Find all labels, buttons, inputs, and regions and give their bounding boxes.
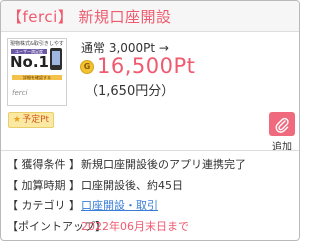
offer-card: 【ferci】 新規口座開設 現物株式&取引きしやすさ ユーザー満足度 No.1… bbox=[0, 0, 300, 241]
detail-label: 【 カテゴリ 】 bbox=[7, 199, 80, 212]
badge-label: 予定Pt bbox=[22, 115, 50, 125]
offer-thumbnail[interactable]: 現物株式&取引きしやすさ ユーザー満足度 No.1 詳細を確認する ferci bbox=[7, 38, 67, 106]
detail-row-category: 【 カテゴリ 】口座開設・取引 bbox=[7, 198, 158, 214]
detail-label: 【ポイントアップ】 bbox=[7, 220, 106, 233]
reward-points: 16,500Pt bbox=[97, 54, 196, 78]
divider bbox=[1, 150, 299, 151]
detail-row-pointup: 【ポイントアップ】2022年06月末日まで bbox=[7, 219, 189, 235]
thumbnail-brand: ferci bbox=[12, 89, 28, 97]
detail-label: 【 加算時期 】 bbox=[7, 179, 80, 192]
thumbnail-big-text: No.1 bbox=[10, 53, 49, 71]
detail-row-condition: 【 獲得条件 】新規口座開設後のアプリ連携完了 bbox=[7, 157, 246, 173]
paperclip-icon bbox=[275, 117, 289, 133]
star-icon: ★ bbox=[13, 115, 22, 125]
detail-row-timing: 【 加算時期 】口座開設後、約45日 bbox=[7, 178, 183, 194]
detail-value: 口座開設後、約45日 bbox=[81, 179, 183, 192]
detail-value: 2022年06月末日まで bbox=[81, 220, 189, 233]
thumbnail-button-text: 詳細を確認する bbox=[12, 75, 62, 80]
thumbnail-top-text: 現物株式&取引きしやすさ bbox=[10, 41, 64, 47]
category-link[interactable]: 口座開設・取引 bbox=[81, 199, 158, 212]
offer-title[interactable]: 【ferci】 新規口座開設 bbox=[7, 6, 172, 27]
detail-label: 【 獲得条件 】 bbox=[7, 158, 80, 171]
add-button[interactable] bbox=[269, 112, 295, 136]
card-header: 【ferci】 新規口座開設 bbox=[1, 1, 299, 32]
reward-yen: （1,650円分） bbox=[85, 84, 175, 99]
coin-icon: G bbox=[80, 60, 94, 74]
detail-value: 新規口座開設後のアプリ連携完了 bbox=[81, 158, 246, 171]
smartphone-icon bbox=[50, 48, 62, 70]
scheduled-points-badge: ★予定Pt bbox=[8, 112, 55, 128]
